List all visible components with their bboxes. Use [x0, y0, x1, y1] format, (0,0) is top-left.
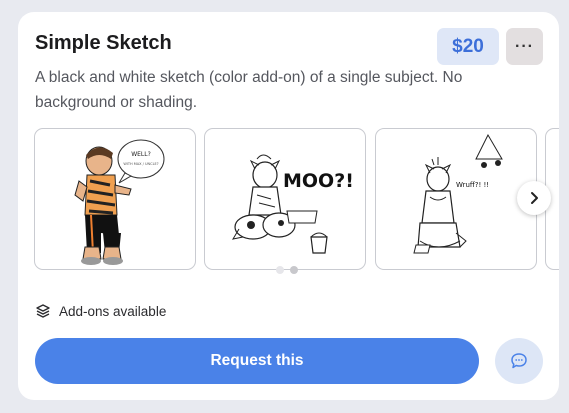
pagination-dot-2[interactable] — [290, 266, 298, 274]
gallery-image-3[interactable]: Wruff?! !! — [375, 128, 537, 270]
pagination-dot-1[interactable] — [276, 266, 284, 274]
addons-label: Add-ons available — [59, 303, 167, 319]
commission-card: Simple Sketch $20 ··· A black and white … — [18, 12, 559, 400]
carousel-next-button[interactable] — [517, 181, 551, 215]
chevron-right-icon — [531, 192, 538, 204]
price-badge: $20 — [437, 28, 499, 65]
request-button[interactable]: Request this — [35, 338, 479, 384]
speech-bubble-text: WELL? — [131, 151, 151, 158]
speech-bubble-subtext: WITH MAX / UNCLE? — [123, 162, 158, 166]
wruff-text: Wruff?! !! — [456, 181, 489, 189]
more-button[interactable]: ··· — [506, 28, 543, 65]
image-carousel[interactable]: WELL? WITH MAX / UNCLE? MOO?! Wruff?! !! — [34, 128, 559, 272]
carousel-pagination — [276, 266, 298, 274]
card-title: Simple Sketch — [35, 32, 172, 54]
addons-info: Add-ons available — [35, 303, 166, 319]
more-horizontal-icon: ··· — [515, 37, 534, 55]
chat-bubble-icon — [511, 353, 527, 369]
gallery-image-2[interactable]: MOO?! — [204, 128, 366, 270]
moo-text: MOO?! — [283, 170, 354, 192]
card-description: A black and white sketch (color add-on) … — [35, 69, 463, 111]
layers-icon — [36, 304, 50, 318]
gallery-image-1[interactable]: WELL? WITH MAX / UNCLE? — [34, 128, 196, 270]
chat-button[interactable] — [495, 338, 543, 384]
